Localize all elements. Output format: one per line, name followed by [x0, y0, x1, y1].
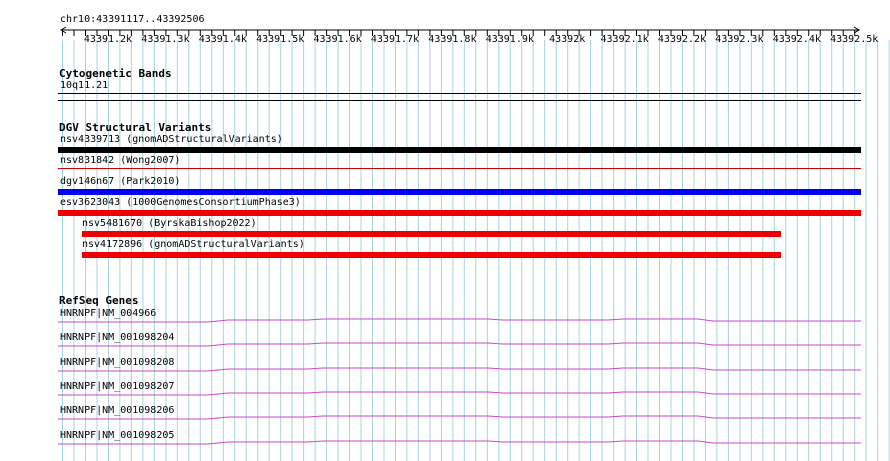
ruler-tick-label: 43391.5k — [256, 34, 305, 45]
transcript-model[interactable] — [58, 363, 861, 375]
dgv-feature-bar[interactable] — [82, 231, 781, 237]
cytoband-label[interactable]: 10q11.21 — [60, 80, 108, 91]
dgv-feature-label[interactable]: nsv4339713 (gnomADStructuralVariants) — [60, 134, 283, 145]
dgv-feature-label[interactable]: nsv5481670 (ByrskaBishop2022) — [82, 218, 257, 229]
dgv-feature-bar[interactable] — [58, 189, 861, 195]
dgv-feature-bar[interactable] — [82, 252, 781, 258]
ruler-tick-label: 43391.4k — [198, 34, 247, 45]
transcript-model[interactable] — [58, 314, 861, 326]
ruler-tick-label: 43392.1k — [600, 34, 649, 45]
dgv-feature-bar[interactable] — [58, 210, 861, 216]
transcript-model[interactable] — [58, 436, 861, 448]
transcript-line — [58, 318, 861, 323]
transcript-line — [58, 391, 861, 396]
ruler-tick-label: 43391.9k — [485, 34, 534, 45]
dgv-feature-label[interactable]: nsv4172896 (gnomADStructuralVariants) — [82, 239, 305, 250]
ruler-tick-label: 43391.6k — [313, 34, 362, 45]
transcript-line — [58, 440, 861, 444]
ruler-tick-label: 43391.7k — [370, 34, 420, 45]
dgv-feature-label[interactable]: esv3623043 (1000GenomesConsortiumPhase3) — [60, 197, 301, 208]
ruler-tick-label: 43392.4k — [772, 34, 821, 45]
track-title-refseq-genes: RefSeq Genes — [59, 294, 139, 307]
transcript-line — [58, 367, 861, 372]
ruler-tick-label: 43392.3k — [715, 34, 764, 45]
ruler-tick-label: 43392.5k — [830, 34, 879, 45]
transcript-model[interactable] — [58, 411, 861, 423]
dgv-feature-bar[interactable] — [58, 168, 861, 169]
dgv-feature-label[interactable]: dgv146n67 (Park2010) — [60, 176, 180, 187]
ruler-tick-label: 43391.8k — [428, 34, 477, 45]
dgv-feature-label[interactable]: nsv831842 (Wong2007) — [60, 155, 180, 166]
transcript-line — [58, 342, 861, 347]
dgv-feature-bar[interactable] — [58, 147, 861, 153]
ruler-tick-label: 43392.2k — [657, 34, 707, 45]
track-title-cytogenetic-bands: Cytogenetic Bands — [59, 67, 172, 80]
transcript-line — [58, 415, 861, 420]
track-separator — [58, 100, 861, 101]
ruler-tick-label: 43392k — [549, 34, 586, 45]
ruler-tick-label: 43391.2k — [83, 34, 133, 45]
ruler-tick-label: 43391.3k — [141, 34, 190, 45]
locus-label: chr10:43391117..43392506 — [60, 14, 205, 25]
cytoband-bar[interactable] — [58, 93, 861, 94]
transcript-model[interactable] — [58, 387, 861, 399]
transcript-model[interactable] — [58, 338, 861, 350]
track-title-dgv-structural-variants: DGV Structural Variants — [59, 121, 212, 134]
